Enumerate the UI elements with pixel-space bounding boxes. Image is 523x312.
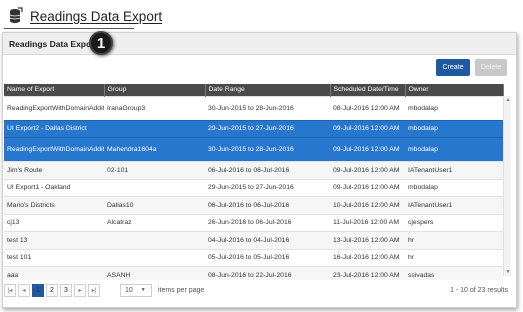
cell-owner: ssivadas bbox=[405, 266, 503, 280]
cell-date-range: 04-Jul-2016 to 04-Jul-2016 bbox=[205, 231, 330, 249]
page-button-2[interactable]: 2 bbox=[46, 283, 58, 297]
page-size-value: 10 bbox=[125, 286, 133, 294]
cell-owner: IATenantUser1 bbox=[405, 196, 503, 214]
cell-date-range: 26-Jun-2016 to 06-Jul-2016 bbox=[205, 213, 330, 232]
page-header: Readings Data Export bbox=[8, 4, 162, 28]
cell-owner: mbodalap bbox=[405, 95, 503, 120]
table-scrollbar[interactable]: ▲ ▼ bbox=[503, 96, 511, 276]
cell-owner: IATenantUser1 bbox=[405, 161, 503, 179]
table-row[interactable]: ReadingExportWithDomainAddition Mahendra… bbox=[4, 137, 503, 162]
scroll-down-icon[interactable]: ▼ bbox=[504, 268, 512, 276]
cell-name: Jim's Route bbox=[4, 161, 104, 179]
table-row[interactable]: test 13 04-Jul-2016 to 04-Jul-2016 13-Ju… bbox=[4, 231, 503, 249]
cell-group: IranaGroup3 bbox=[104, 95, 205, 120]
cell-date-range: 29-Jun-2015 to 27-Jun-2016 bbox=[205, 119, 330, 138]
scroll-up-icon[interactable]: ▲ bbox=[504, 96, 512, 104]
cell-date-range: 08-Jun-2016 to 22-Jul-2016 bbox=[205, 266, 330, 280]
pager: |◂ ◂ 1 2 3 ▸ ▸| 10 ▼ items per page 1 - … bbox=[4, 280, 512, 300]
page-button-1[interactable]: 1 bbox=[32, 283, 44, 297]
cell-owner: hr bbox=[405, 231, 503, 249]
cell-owner: hr bbox=[405, 248, 503, 267]
page-title: Readings Data Export bbox=[30, 8, 163, 24]
table-row[interactable]: test 101 05-Jul-2016 to 05-Jul-2016 16-J… bbox=[4, 248, 503, 267]
cell-date-range: 06-Jul-2016 to 06-Jul-2016 bbox=[205, 196, 330, 214]
last-page-button[interactable]: ▸| bbox=[88, 283, 100, 297]
cell-owner: cjespers bbox=[405, 213, 503, 232]
cell-name: test 13 bbox=[4, 231, 104, 249]
table-row[interactable]: Jim's Route 02-101 06-Jul-2016 to 06-Jul… bbox=[4, 161, 503, 179]
cell-owner: mbodalap bbox=[405, 119, 503, 138]
database-export-icon bbox=[8, 7, 24, 25]
page-button-3[interactable]: 3 bbox=[60, 283, 72, 297]
page-size-select[interactable]: 10 ▼ bbox=[120, 283, 152, 297]
cell-owner: mbodalap bbox=[405, 137, 503, 162]
cell-scheduled: 08-Jul-2016 12:00 AM bbox=[330, 95, 405, 120]
column-header-owner[interactable]: Owner bbox=[405, 84, 504, 96]
delete-button[interactable]: Delete bbox=[475, 59, 507, 76]
header-divider bbox=[4, 28, 134, 29]
column-header-date-range[interactable]: Date Range bbox=[205, 84, 331, 96]
cell-scheduled: 09-Jul-2016 12:00 AM bbox=[330, 137, 405, 162]
cell-group: Dallas10 bbox=[104, 196, 205, 214]
cell-name: UI Export1 - Oakland bbox=[4, 178, 104, 197]
cell-date-range: 06-Jul-2016 to 06-Jul-2016 bbox=[205, 161, 330, 179]
cell-scheduled: 09-Jul-2016 12:00 AM bbox=[330, 178, 405, 197]
cell-group bbox=[104, 178, 205, 197]
cell-scheduled: 11-Jul-2016 12:00 AM bbox=[330, 213, 405, 232]
callout-badge: 1 bbox=[89, 31, 113, 55]
cell-scheduled: 10-Jul-2016 12:00 AM bbox=[330, 196, 405, 214]
first-page-button[interactable]: |◂ bbox=[4, 283, 16, 297]
cell-date-range: 30-Jun-2015 to 28-Jun-2016 bbox=[205, 95, 330, 120]
table-row[interactable]: UI Export1 - Oakland 29-Jun-2015 to 27-J… bbox=[4, 178, 503, 197]
table-row[interactable]: aaa ASANH 08-Jun-2016 to 22-Jul-2016 23-… bbox=[4, 266, 503, 280]
cell-owner: mbodalap bbox=[405, 178, 503, 197]
cell-date-range: 30-Jun-2015 to 28-Jun-2016 bbox=[205, 137, 330, 162]
cell-date-range: 05-Jul-2016 to 05-Jul-2016 bbox=[205, 248, 330, 267]
results-count: 1 - 10 of 23 results bbox=[450, 286, 508, 294]
page-size-label: items per page bbox=[158, 286, 205, 294]
cell-scheduled: 09-Jul-2016 12:00 AM bbox=[330, 161, 405, 179]
panel-title: Readings Data Export bbox=[9, 38, 98, 49]
cell-group: Mahendra1604a bbox=[104, 137, 205, 162]
table-header-row: Name of Export Group Date Range Schedule… bbox=[4, 84, 504, 96]
panel-header: Readings Data Export 1 bbox=[3, 31, 516, 55]
cell-name: Mario's Districts bbox=[4, 196, 104, 214]
prev-page-button[interactable]: ◂ bbox=[18, 283, 30, 297]
column-header-name[interactable]: Name of Export bbox=[4, 84, 105, 96]
chevron-down-icon: ▼ bbox=[140, 287, 146, 293]
cell-scheduled: 09-Jul-2016 12:00 AM bbox=[330, 119, 405, 138]
cell-name: ReadingExportWithDomainAddition bbox=[4, 137, 104, 162]
table-row[interactable]: Mario's Districts Dallas10 06-Jul-2016 t… bbox=[4, 196, 503, 214]
cell-name: test 101 bbox=[4, 248, 104, 267]
column-header-group[interactable]: Group bbox=[104, 84, 206, 96]
cell-group: 02-101 bbox=[104, 161, 205, 179]
column-header-scheduled[interactable]: Scheduled Date/Time bbox=[330, 84, 406, 96]
cell-name: ReadingExportWithDomainAddition1 bbox=[4, 95, 104, 120]
cell-scheduled: 16-Jul-2016 12:00 AM bbox=[330, 248, 405, 267]
cell-scheduled: 13-Jul-2016 12:00 AM bbox=[330, 231, 405, 249]
table-row[interactable]: cj13 Alcatraz 26-Jun-2016 to 06-Jul-2016… bbox=[4, 213, 503, 232]
cell-group bbox=[104, 119, 205, 138]
cell-group: ASANH bbox=[104, 266, 205, 280]
exports-table: Name of Export Group Date Range Schedule… bbox=[4, 84, 512, 280]
table-row[interactable]: ReadingExportWithDomainAddition1 IranaGr… bbox=[4, 95, 503, 120]
cell-date-range: 29-Jun-2015 to 27-Jun-2016 bbox=[205, 178, 330, 197]
create-button[interactable]: Create bbox=[436, 59, 470, 76]
cell-scheduled: 23-Jul-2016 12:00 AM bbox=[330, 266, 405, 280]
cell-name: aaa bbox=[4, 266, 104, 280]
cell-name: cj13 bbox=[4, 213, 104, 232]
cell-group: Alcatraz bbox=[104, 213, 205, 232]
table-row[interactable]: UI Export2 - Dallas District 29-Jun-2015… bbox=[4, 119, 503, 138]
cell-name: UI Export2 - Dallas District bbox=[4, 119, 104, 138]
cell-group bbox=[104, 248, 205, 267]
next-page-button[interactable]: ▸ bbox=[74, 283, 86, 297]
cell-group bbox=[104, 231, 205, 249]
